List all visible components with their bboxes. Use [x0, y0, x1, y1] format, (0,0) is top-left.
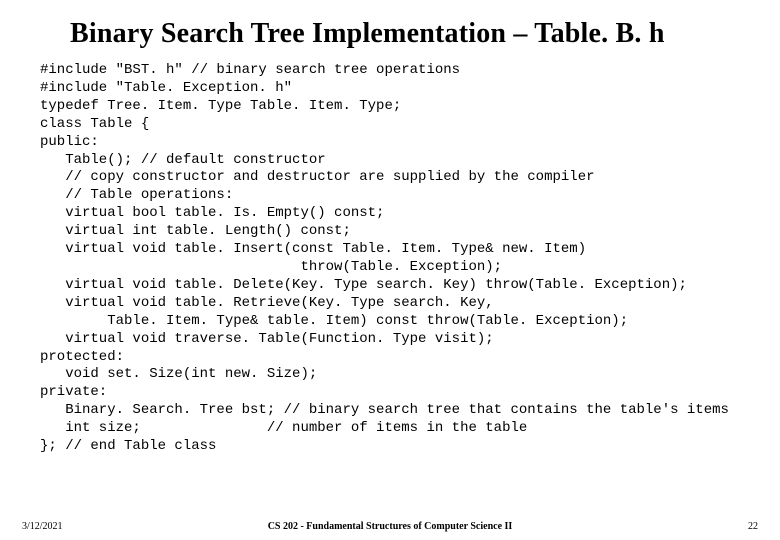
footer-page-number: 22: [748, 521, 758, 532]
footer-course: CS 202 - Fundamental Structures of Compu…: [268, 521, 513, 532]
footer-date: 3/12/2021: [22, 521, 63, 532]
slide-title: Binary Search Tree Implementation – Tabl…: [0, 0, 780, 56]
slide: Binary Search Tree Implementation – Tabl…: [0, 0, 780, 540]
code-block: #include "BST. h" // binary search tree …: [0, 56, 780, 456]
